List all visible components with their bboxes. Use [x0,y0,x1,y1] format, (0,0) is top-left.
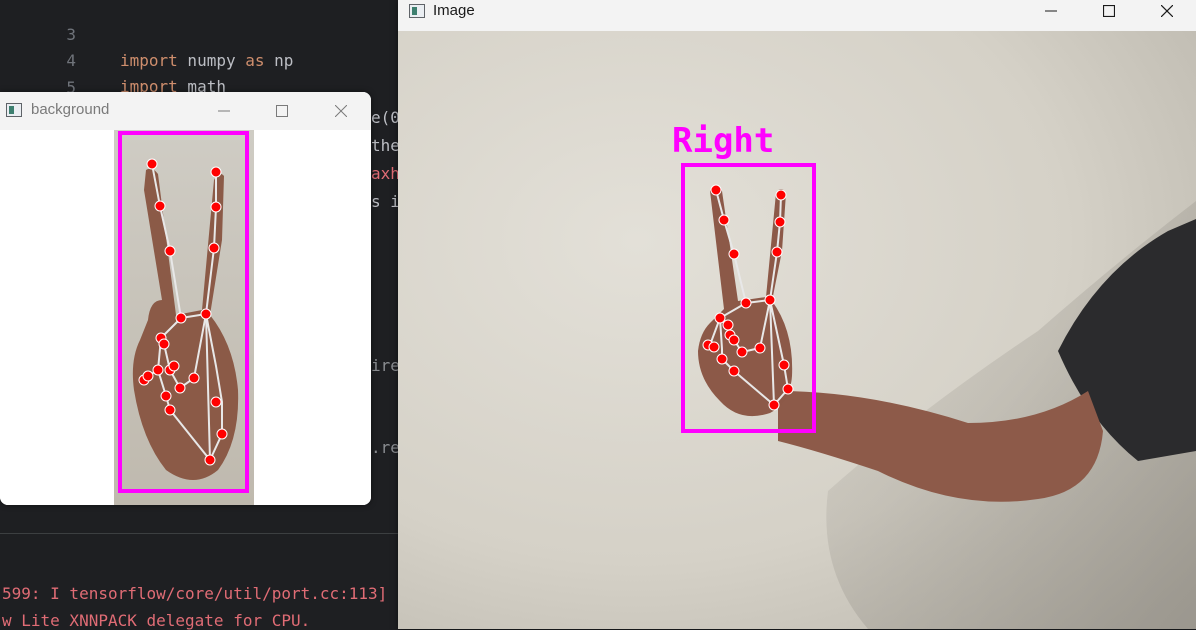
camera-frame: Right [398,31,1196,629]
close-icon [1161,5,1173,17]
hand-label: Right [672,121,774,161]
maximize-button[interactable] [1080,0,1138,22]
image-window-titlebar[interactable]: Image [398,0,1196,31]
code-text: numpy [177,51,246,70]
line-number: 4 [66,51,76,70]
close-button[interactable] [312,92,370,130]
terminal-line: w Lite XNNPACK delegate for CPU. [2,611,311,630]
close-icon [335,105,347,117]
hand-crop-image [114,130,254,505]
minimize-icon [218,110,230,112]
code-fragment: s i [371,192,400,211]
maximize-icon [1103,5,1115,17]
code-fragment: .re [371,438,400,457]
maximize-icon [276,105,288,117]
app-window-icon [6,103,22,117]
background-window-titlebar[interactable]: background [0,92,371,130]
terminal-divider [0,533,398,534]
code-fragment: e(0 [371,108,400,127]
maximize-button[interactable] [253,92,311,130]
line-number: 3 [66,25,76,44]
app-window-icon [409,4,425,18]
minimize-button[interactable] [1022,0,1080,22]
image-window[interactable]: Image Right [398,0,1196,629]
code-fragment: ire [371,356,400,375]
code-line[interactable]: 5 import time [0,49,226,123]
code-fragment: axh [371,164,400,183]
code-line[interactable]: 3 import numpy as np [0,0,293,70]
minimize-icon [1045,10,1057,12]
code-text: np [264,51,294,70]
keyword: as [245,51,265,70]
keyword: import [120,51,178,70]
background-window[interactable]: background [0,92,371,505]
window-title: background [31,101,110,118]
minimize-button[interactable] [195,92,253,130]
code-line[interactable]: 4 import math [0,22,226,96]
close-button[interactable] [1138,0,1196,22]
code-fragment: the [371,136,400,155]
terminal-line: 599: I tensorflow/core/util/port.cc:113] [2,584,388,603]
window-title: Image [433,2,475,19]
